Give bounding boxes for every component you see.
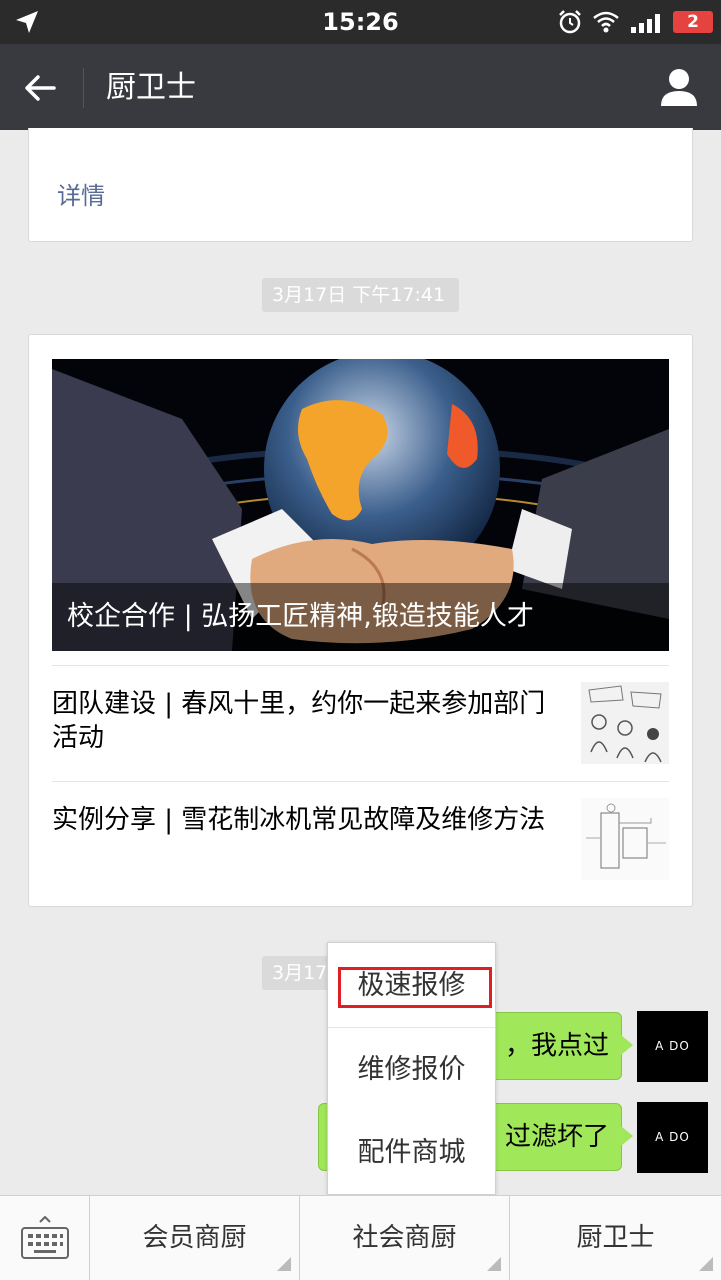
title-divider <box>83 68 84 108</box>
article-card-partial[interactable]: 详情 <box>28 128 693 242</box>
menu-social-kitchen[interactable]: 社会商厨 <box>300 1196 510 1280</box>
user-profile-icon[interactable] <box>658 66 700 108</box>
detail-link[interactable]: 详情 <box>57 176 105 211</box>
signal-icon <box>631 14 660 33</box>
submenu-indicator-icon <box>487 1257 501 1271</box>
menu-kitchen-guard[interactable]: 厨卫士 <box>510 1196 721 1280</box>
avatar[interactable]: A DO <box>637 1102 708 1173</box>
menu-member-kitchen[interactable]: 会员商厨 <box>90 1196 300 1280</box>
submenu-indicator-icon <box>699 1257 713 1271</box>
keyboard-icon <box>21 1216 69 1259</box>
alarm-icon <box>559 10 581 34</box>
news-item-title: 团队建设 | 春风十里，约你一起来参加部门活动 <box>52 689 546 753</box>
divider <box>52 781 669 782</box>
keyboard-toggle-button[interactable] <box>0 1196 90 1280</box>
news-thumbnail <box>581 682 669 764</box>
menu-item-parts-mall[interactable]: 配件商城 <box>328 1111 495 1195</box>
page-title: 厨卫士 <box>106 70 196 105</box>
menu-item-repair-quote[interactable]: 维修报价 <box>328 1027 495 1111</box>
bottom-menu-bar: 会员商厨 社会商厨 厨卫士 <box>0 1195 721 1280</box>
submenu-indicator-icon <box>277 1257 291 1271</box>
sketch-people-image <box>581 682 669 764</box>
machine-diagram-image <box>581 798 669 880</box>
news-list-item[interactable]: 团队建设 | 春风十里，约你一起来参加部门活动 <box>52 667 669 767</box>
back-arrow-icon[interactable] <box>20 68 60 108</box>
highlight-box <box>338 967 492 1008</box>
status-bar: 15:26 2 <box>0 0 721 44</box>
battery-icon: 2 <box>673 11 713 33</box>
wifi-icon <box>593 11 619 33</box>
cover-article[interactable]: 校企合作 | 弘扬工匠精神,锻造技能人才 <box>52 359 669 651</box>
divider <box>52 665 669 666</box>
menu-label: 厨卫士 <box>576 1223 655 1253</box>
news-thumbnail <box>581 798 669 880</box>
menu-label: 社会商厨 <box>352 1223 457 1253</box>
news-list-item[interactable]: 实例分享 | 雪花制冰机常见故障及维修方法 <box>52 783 669 883</box>
message-timestamp: 3月17日 下午17:41 <box>262 278 459 312</box>
title-bar: 厨卫士 <box>0 44 721 130</box>
cover-title: 校企合作 | 弘扬工匠精神,锻造技能人才 <box>52 583 669 651</box>
news-card: 校企合作 | 弘扬工匠精神,锻造技能人才 团队建设 | 春风十里，约你一起来参加… <box>28 334 693 907</box>
menu-label: 会员商厨 <box>142 1223 247 1253</box>
avatar[interactable]: A DO <box>637 1011 708 1082</box>
news-item-title: 实例分享 | 雪花制冰机常见故障及维修方法 <box>52 805 546 835</box>
